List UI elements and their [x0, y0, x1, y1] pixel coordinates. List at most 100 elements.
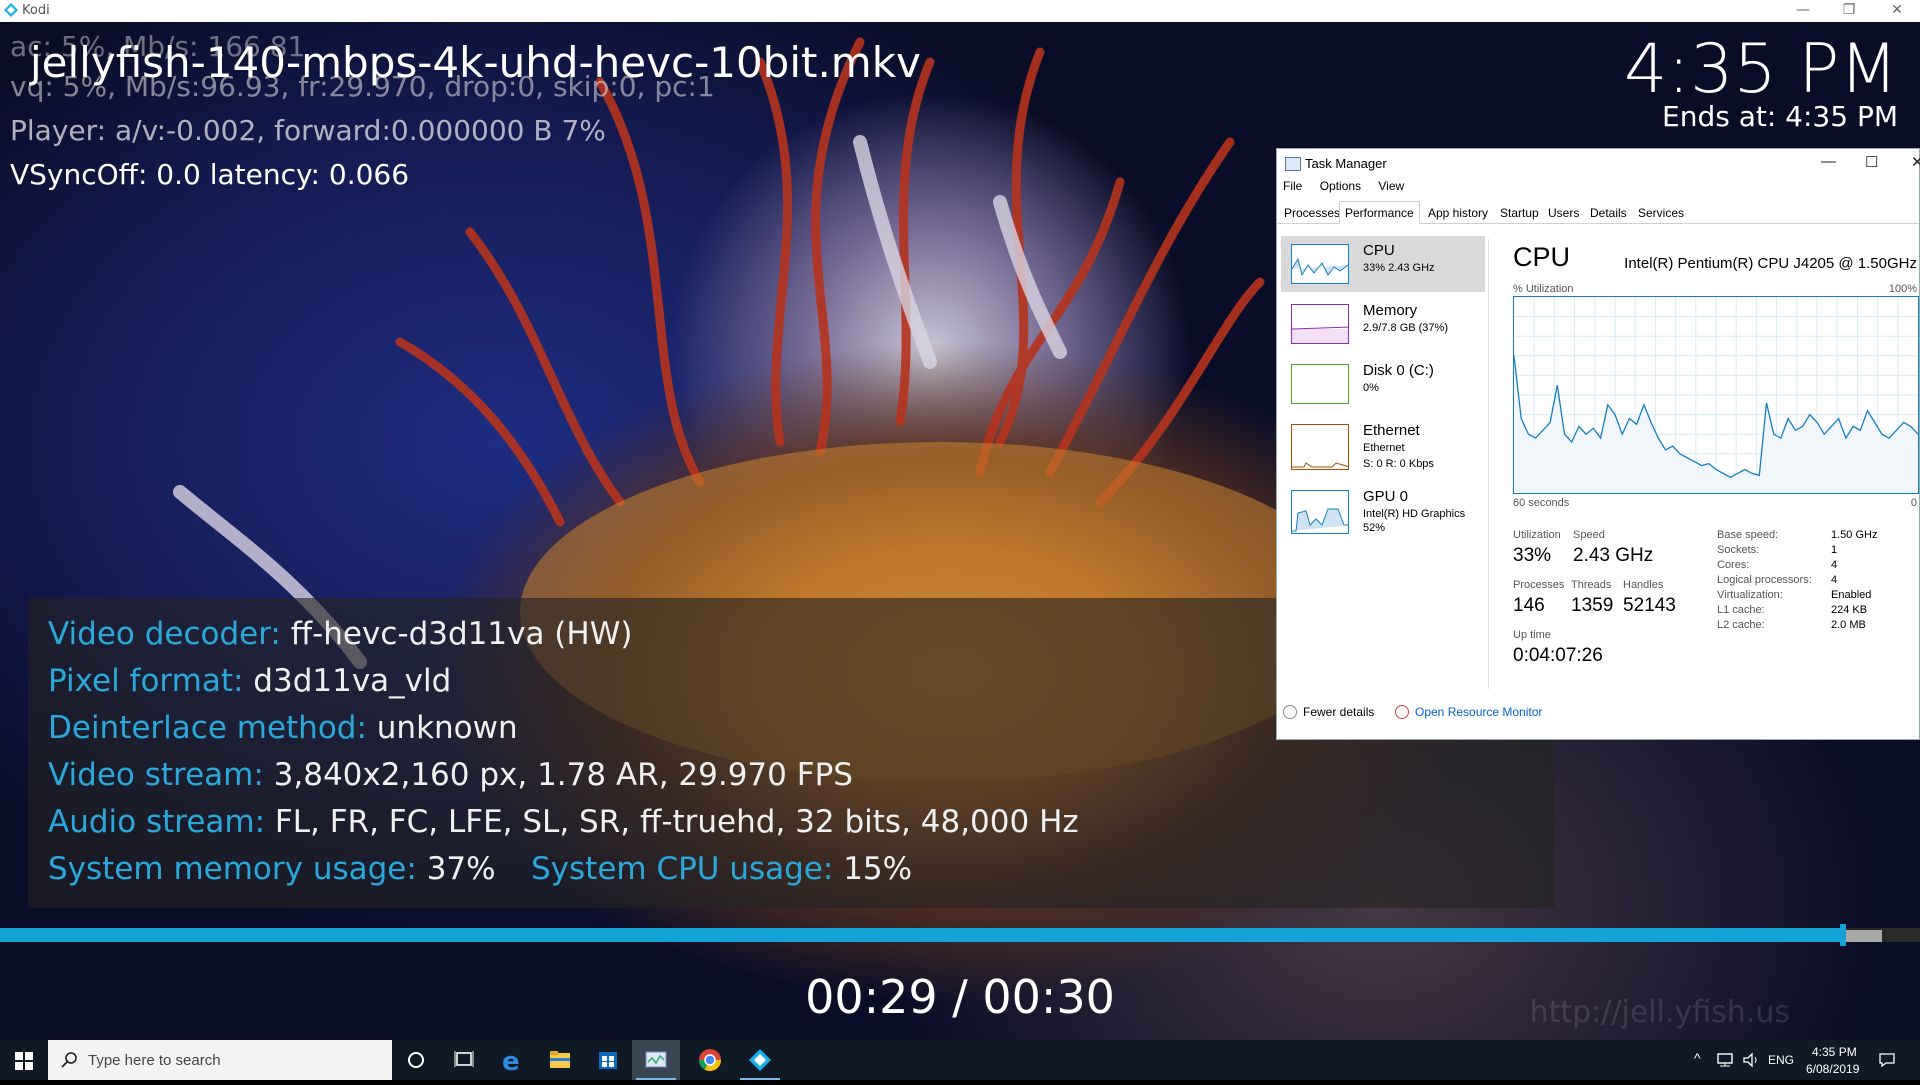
taskbar-kodi[interactable]	[736, 1040, 784, 1080]
minimize-button[interactable]: —	[1780, 0, 1826, 22]
cpu-usage-label: System CPU usage:	[531, 851, 834, 887]
task-view-icon	[454, 1051, 474, 1067]
tm-maximize-button[interactable]: ☐	[1865, 153, 1878, 171]
cpu-graph-svg	[1513, 297, 1919, 493]
tm-tab-bar: Processes Performance App history Startu…	[1277, 201, 1919, 224]
search-placeholder: Type here to search	[88, 1052, 221, 1069]
volume-icon[interactable]	[1742, 1052, 1760, 1068]
spec-logical-value: 4	[1831, 574, 1838, 586]
spec-virtualization-label: Virtualization:	[1717, 589, 1783, 601]
memory-thumb-graph	[1291, 304, 1349, 344]
seek-bar[interactable]	[0, 924, 1920, 946]
menu-view[interactable]: View	[1378, 179, 1404, 193]
task-view-button[interactable]	[440, 1040, 488, 1080]
network-icon[interactable]	[1716, 1052, 1734, 1068]
task-manager-taskbar-icon	[645, 1051, 667, 1068]
spec-base-speed-label: Base speed:	[1717, 529, 1779, 541]
start-button[interactable]	[0, 1040, 48, 1080]
video-stream-row: Video stream: 3,840x2,160 px, 1.78 AR, 2…	[48, 757, 853, 793]
pixel-format-row: Pixel format: d3d11va_vld	[48, 663, 451, 699]
seek-bar-cache	[1843, 930, 1882, 942]
threads-value: 1359	[1571, 595, 1614, 616]
threads-label: Threads	[1571, 579, 1612, 591]
tm-close-button[interactable]: ✕	[1911, 153, 1920, 171]
fewer-details-link[interactable]: Fewer details	[1303, 705, 1374, 719]
taskbar-file-explorer[interactable]	[536, 1040, 584, 1080]
open-resource-monitor-link[interactable]: Open Resource Monitor	[1415, 705, 1542, 719]
util-axis-max: 100%	[1888, 283, 1917, 295]
restore-button[interactable]: ❐	[1826, 0, 1872, 22]
perf-item-cpu[interactable]: CPU 33% 2.43 GHz	[1281, 236, 1485, 292]
cpu-usage-value: 15%	[843, 851, 913, 887]
now-playing-title: jellyfish-140-mbps-4k-uhd-hevc-10bit.mkv	[30, 38, 921, 87]
spec-l1-label: L1 cache:	[1717, 604, 1765, 616]
ethernet-thumb-graph	[1291, 424, 1349, 470]
uptime-label: Up time	[1513, 629, 1551, 641]
spec-l2-value: 2.0 MB	[1831, 619, 1866, 631]
tab-services[interactable]: Services	[1633, 204, 1689, 222]
spec-virtualization-value: Enabled	[1831, 589, 1872, 601]
perf-item-ethernet-sub: Ethernet	[1363, 442, 1405, 454]
folder-icon	[550, 1051, 570, 1068]
kodi-taskbar-icon	[749, 1049, 771, 1071]
perf-item-gpu-name: GPU 0	[1363, 488, 1409, 505]
processes-value: 146	[1513, 595, 1545, 616]
taskbar-search-box[interactable]: Type here to search	[48, 1040, 392, 1080]
tab-app-history[interactable]: App history	[1423, 204, 1493, 222]
pixel-format-label: Pixel format:	[48, 663, 244, 699]
perf-item-memory[interactable]: Memory 2.9/7.8 GB (37%)	[1281, 296, 1485, 352]
taskbar-clock-time[interactable]: 4:35 PM	[1812, 1045, 1857, 1059]
tab-processes[interactable]: Processes	[1279, 204, 1345, 222]
perf-item-gpu[interactable]: GPU 0 Intel(R) HD Graphics 52%	[1281, 482, 1485, 538]
cpu-model: Intel(R) Pentium(R) CPU J4205 @ 1.50GHz	[1624, 255, 1917, 272]
perf-item-disk[interactable]: Disk 0 (C:) 0%	[1281, 356, 1485, 412]
taskbar-chrome[interactable]	[686, 1040, 734, 1080]
seek-bar-knob[interactable]	[1840, 924, 1846, 946]
audio-stream-row: Audio stream: FL, FR, FC, LFE, SL, SR, f…	[48, 804, 1079, 840]
taskbar-clock-date[interactable]: 6/08/2019	[1806, 1062, 1859, 1076]
video-decoder-label: Video decoder:	[48, 616, 281, 652]
spec-logical-label: Logical processors:	[1717, 574, 1812, 586]
taskbar-edge[interactable]: e	[488, 1040, 536, 1080]
video-stream-label: Video stream:	[48, 757, 264, 793]
task-manager-title: Task Manager	[1305, 156, 1387, 171]
show-hidden-icons-chevron-icon[interactable]: ^	[1694, 1050, 1701, 1066]
uptime-value: 0:04:07:26	[1513, 645, 1603, 666]
handles-label: Handles	[1623, 579, 1664, 591]
menu-options[interactable]: Options	[1320, 179, 1361, 193]
processes-label: Processes	[1513, 579, 1565, 591]
spec-l2-label: L2 cache:	[1717, 619, 1765, 631]
menu-file[interactable]: File	[1283, 179, 1302, 193]
tab-startup[interactable]: Startup	[1495, 204, 1544, 222]
tab-users[interactable]: Users	[1543, 204, 1584, 222]
video-decoder-value: ff-hevc-d3d11va (HW)	[290, 616, 633, 652]
seek-bar-played	[0, 928, 1843, 942]
tab-details[interactable]: Details	[1585, 204, 1632, 222]
deinterlace-row: Deinterlace method: unknown	[48, 710, 518, 746]
windows-taskbar: Type here to search e ^ ENG 4:35 PM 6/08…	[0, 1040, 1920, 1080]
spec-cores-value: 4	[1831, 559, 1838, 571]
tab-performance[interactable]: Performance	[1339, 201, 1420, 224]
video-decoder-row: Video decoder: ff-hevc-d3d11va (HW)	[48, 616, 632, 652]
taskbar-task-manager[interactable]	[632, 1040, 680, 1080]
audio-stream-value: FL, FR, FC, LFE, SL, SR, ff-truehd, 32 b…	[274, 804, 1079, 840]
perf-item-ethernet[interactable]: Ethernet Ethernet S: 0 R: 0 Kbps	[1281, 416, 1485, 478]
cortana-button[interactable]	[392, 1040, 440, 1080]
action-center-icon[interactable]	[1878, 1052, 1896, 1068]
window-title: Kodi	[22, 3, 50, 18]
speed-label: Speed	[1573, 529, 1605, 541]
tm-menu-bar: File Options View	[1283, 179, 1418, 193]
taskbar-store[interactable]	[584, 1040, 632, 1080]
spec-base-speed-value: 1.50 GHz	[1831, 529, 1878, 541]
tm-divider	[1488, 239, 1489, 689]
input-language[interactable]: ENG	[1768, 1053, 1794, 1067]
graph-zero-label: 0	[1910, 497, 1917, 509]
search-icon	[61, 1052, 77, 1068]
tm-minimize-button[interactable]: —	[1821, 153, 1836, 170]
pixel-format-value: d3d11va_vld	[253, 663, 452, 699]
gpu-thumb-graph	[1291, 490, 1349, 534]
close-button[interactable]: ✕	[1874, 0, 1920, 22]
cpu-heading: CPU	[1513, 242, 1571, 272]
perf-item-cpu-name: CPU	[1363, 242, 1395, 259]
task-manager-window[interactable]: Task Manager — ☐ ✕ File Options View Pro…	[1276, 148, 1920, 740]
